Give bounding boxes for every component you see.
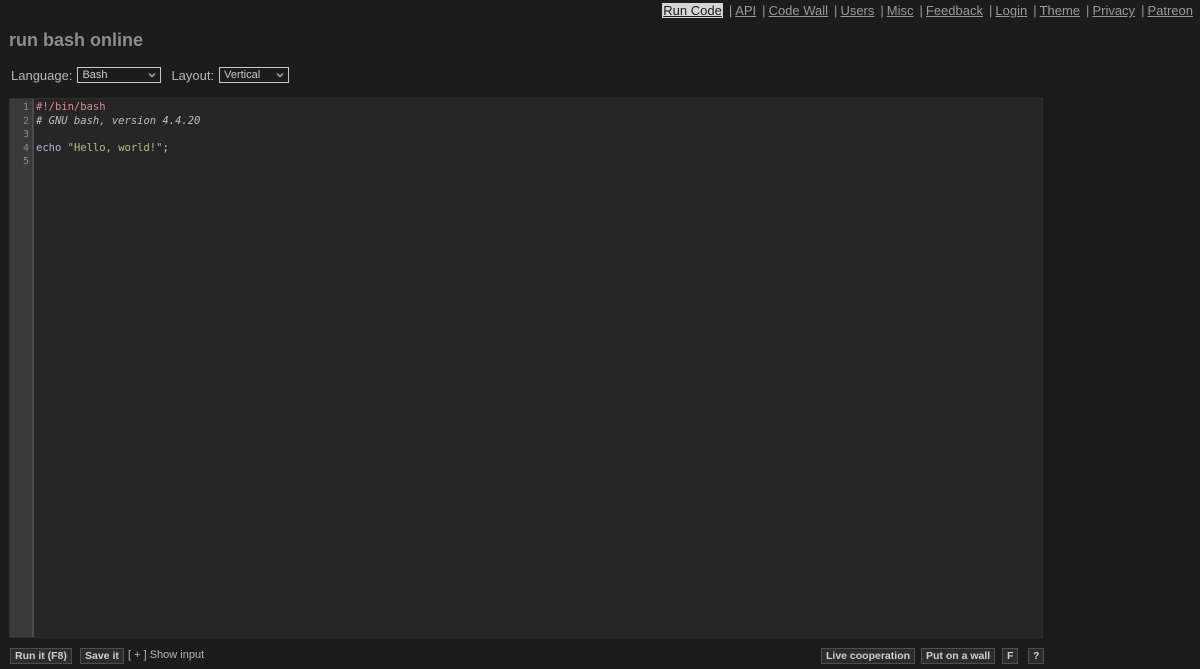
code-shebang: #!/bin/bash — [36, 101, 106, 113]
nav-separator: | — [880, 3, 884, 18]
code-string: "Hello, world!" — [67, 141, 163, 154]
line-number: 1 — [22, 102, 29, 113]
live-cooperation-button[interactable]: Live cooperation — [821, 648, 916, 664]
nav-api[interactable]: API — [735, 3, 756, 18]
editor-controls: Language: Bash Layout: Vertical — [11, 67, 290, 83]
nav-separator: | — [834, 3, 838, 18]
layout-label: Layout: — [171, 67, 215, 83]
nav-run-code[interactable]: Run Code — [662, 3, 723, 18]
line-number: 2 — [22, 115, 29, 127]
language-select[interactable]: Bash — [77, 67, 162, 83]
nav-misc[interactable]: Misc — [887, 3, 914, 18]
nav-patreon[interactable]: Patreon — [1147, 3, 1193, 18]
nav-users[interactable]: Users — [840, 3, 874, 18]
code-area[interactable]: #!/bin/bash # GNU bash, version 4.4.20 e… — [36, 101, 1042, 169]
language-label: Language: — [11, 67, 73, 83]
page-title: run bash online — [9, 30, 144, 50]
show-input-toggle[interactable]: [ + ] Show input — [128, 649, 204, 661]
layout-select-value: Vertical — [224, 69, 261, 81]
code-editor[interactable]: 1 2 3 4 5 #!/bin/bash # GNU bash, versio… — [9, 98, 1043, 638]
code-line: echo "Hello, world!"; — [36, 142, 1042, 156]
run-button[interactable]: Run it (F8) — [10, 648, 72, 664]
nav-theme[interactable]: Theme — [1040, 3, 1080, 18]
nav-privacy[interactable]: Privacy — [1092, 3, 1135, 18]
chevron-down-icon — [276, 73, 284, 78]
nav-separator: | — [762, 3, 766, 18]
code-punct: ; — [162, 141, 169, 154]
fullscreen-button[interactable]: F — [1002, 648, 1019, 664]
code-keyword: echo — [36, 141, 62, 154]
nav-login[interactable]: Login — [995, 3, 1027, 18]
top-nav: Run Code | API | Code Wall | Users | Misc | Feedba… — [662, 3, 1193, 18]
nav-code-wall[interactable]: Code Wall — [769, 3, 828, 18]
line-number: 3 — [22, 129, 29, 141]
nav-separator: | — [1033, 3, 1037, 18]
bottom-toolbar: Run it (F8) Save it [ + ] Show input Liv… — [10, 648, 1200, 664]
nav-separator: | — [1086, 3, 1090, 18]
code-line: #!/bin/bash — [36, 101, 1042, 115]
page: Run Code | API | Code Wall | Users | Misc | Feedba… — [0, 0, 1200, 669]
nav-feedback[interactable]: Feedback — [926, 3, 983, 18]
line-number: 5 — [22, 156, 29, 168]
save-button[interactable]: Save it — [80, 648, 124, 664]
chevron-down-icon — [149, 73, 156, 78]
put-on-wall-button[interactable]: Put on a wall — [921, 648, 996, 664]
layout-select[interactable]: Vertical — [219, 67, 290, 83]
nav-separator: | — [988, 3, 993, 18]
line-number-gutter: 1 2 3 4 5 — [10, 99, 34, 637]
code-line: # GNU bash, version 4.4.20 — [36, 115, 1042, 129]
code-comment: # GNU bash, version 4.4.20 — [36, 114, 201, 127]
nav-separator: | — [1141, 3, 1145, 18]
nav-separator: | — [919, 3, 923, 18]
language-select-value: Bash — [82, 69, 108, 81]
nav-separator: | — [728, 3, 733, 18]
help-button[interactable]: ? — [1028, 648, 1045, 664]
line-number: 4 — [22, 142, 29, 154]
